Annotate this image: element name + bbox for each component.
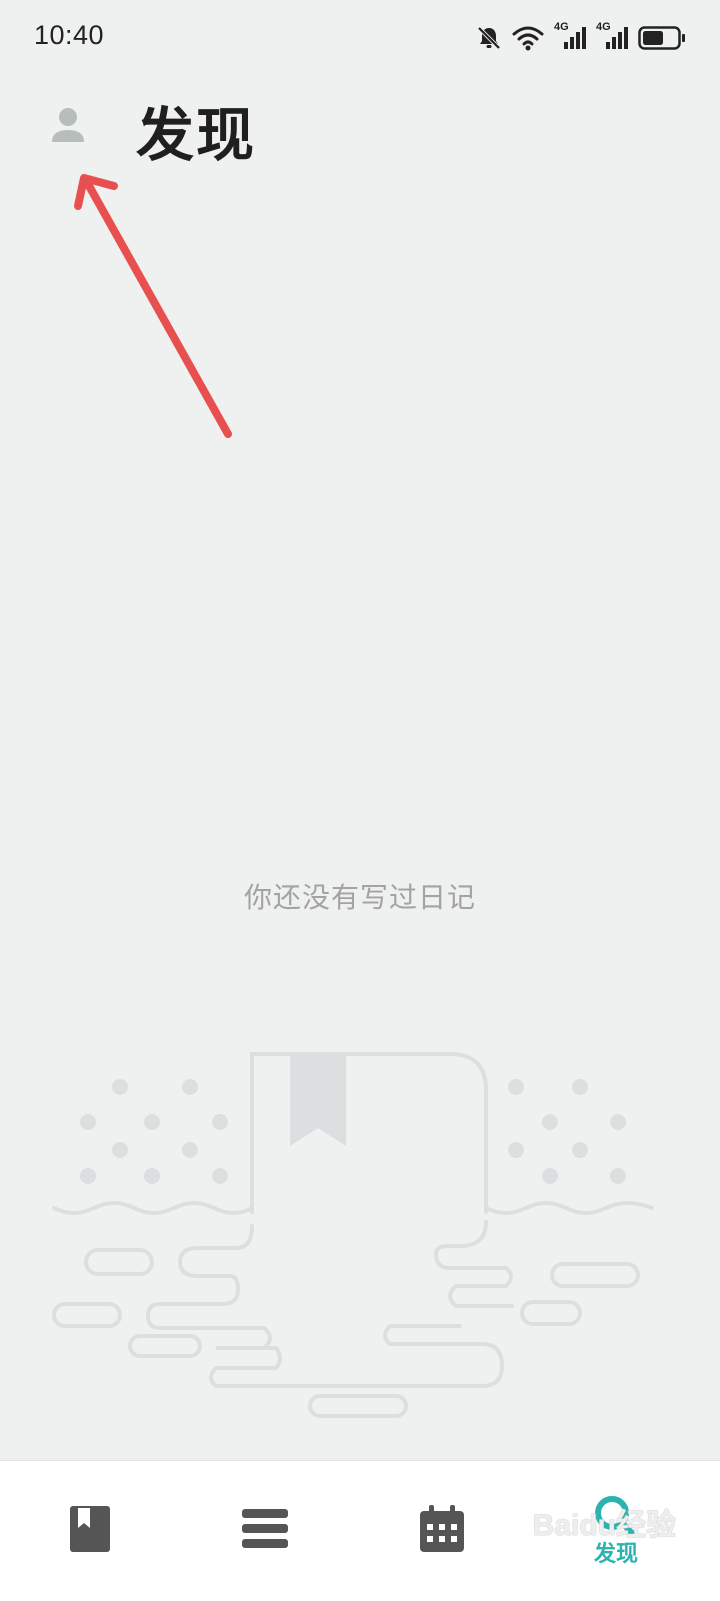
signal-4g-icon: 4G <box>554 21 586 51</box>
wifi-icon <box>512 25 544 51</box>
calendar-icon <box>418 1504 466 1558</box>
network-type-label: 4G <box>596 21 611 33</box>
network-type-label: 4G <box>554 21 569 33</box>
nav-item-diary[interactable] <box>30 1461 150 1601</box>
battery-fill <box>643 31 663 45</box>
status-time: 10:40 <box>34 20 105 50</box>
diary-book-icon <box>68 1504 112 1558</box>
battery-icon <box>638 25 686 51</box>
bell-off-icon <box>476 25 502 51</box>
status-icons: 4G 4G <box>476 21 686 54</box>
bookmark-book-illustration <box>40 1040 680 1440</box>
empty-state-message: 你还没有写过日记 <box>243 881 476 914</box>
user-icon[interactable] <box>50 106 86 148</box>
menu-list-icon <box>240 1507 290 1555</box>
page-title: 发现 <box>136 101 257 169</box>
baidu-watermark: Baidu经验 <box>532 1509 676 1542</box>
nav-item-list[interactable] <box>205 1461 325 1601</box>
status-bar: 10:40 4G 4G <box>0 0 720 78</box>
signal-4g-icon: 4G <box>596 21 628 51</box>
nav-item-calendar[interactable] <box>382 1461 502 1601</box>
